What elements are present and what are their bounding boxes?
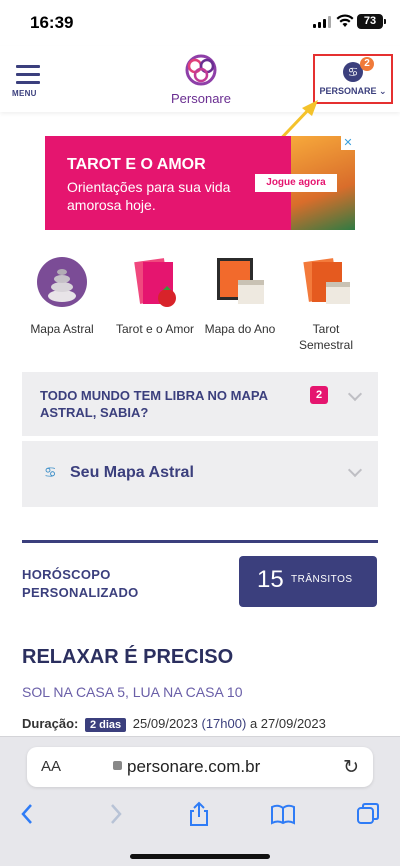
date-separator: a	[249, 716, 258, 731]
banner-cta-button[interactable]: Jogue agora	[255, 174, 337, 192]
close-icon[interactable]: ✕	[341, 136, 355, 150]
accordion-mapa-astral[interactable]: ♋ Seu Mapa Astral	[22, 441, 378, 507]
chevron-down-icon	[347, 386, 363, 402]
reload-icon[interactable]: ↻	[343, 756, 359, 779]
accordion-badge: 2	[310, 386, 328, 404]
hamburger-icon	[12, 65, 46, 84]
tile-mapa-astral[interactable]: Mapa Astral	[21, 256, 103, 337]
duration-label: Duração:	[22, 716, 79, 731]
banner-text: Orientações para sua vida amorosa hoje.	[67, 179, 231, 213]
date-start: 25/09/2023	[132, 716, 198, 731]
menu-label: MENU	[12, 89, 37, 98]
home-indicator	[130, 854, 270, 859]
tarot-cards-icon	[134, 258, 176, 307]
notification-badge: 2	[360, 57, 374, 71]
tabs-icon[interactable]	[355, 801, 381, 827]
bookmarks-icon[interactable]	[270, 801, 296, 827]
cancer-sign-icon: ♋	[44, 464, 57, 480]
accordion-title: TODO MUNDO TEM LIBRA NO MAPA ASTRAL, SAB…	[40, 388, 268, 420]
status-bar: 16:39 73	[0, 0, 400, 46]
tile-mapa-ano[interactable]: Mapa do Ano	[199, 256, 281, 337]
text-size-button[interactable]: AA	[41, 758, 61, 775]
event-subtitle: SOL NA CASA 5, LUA NA CASA 10	[22, 684, 243, 700]
battery-icon: 73	[357, 14, 386, 29]
wifi-icon	[336, 14, 354, 27]
time-start: (17h00)	[201, 716, 247, 731]
section-divider	[22, 540, 378, 543]
browser-toolbar: AA personare.com.br ↻	[0, 736, 400, 866]
chevron-down-icon	[347, 462, 363, 478]
stones-icon	[37, 257, 87, 307]
share-icon[interactable]	[186, 801, 212, 827]
tile-label: Tarot e o Amor	[115, 322, 195, 336]
horoscope-title: HORÓSCOPO PERSONALIZADO	[22, 567, 139, 600]
accordion-libra[interactable]: TODO MUNDO TEM LIBRA NO MAPA ASTRAL, SAB…	[22, 372, 378, 436]
tile-label: Mapa do Ano	[204, 322, 276, 336]
ad-banner[interactable]: TAROT E O AMOR Orientações para sua vida…	[45, 136, 355, 230]
signal-icon	[313, 16, 331, 28]
forward-icon[interactable]	[102, 801, 128, 827]
tile-label: Mapa Astral	[30, 322, 94, 336]
tarot-calendar-icon	[303, 258, 350, 304]
tile-label: Tarot Semestral	[298, 322, 354, 352]
tile-tarot-amor[interactable]: Tarot e o Amor	[114, 256, 196, 337]
event-duration: Duração: 2 dias 25/09/2023 (17h00) a 27/…	[22, 716, 326, 732]
accordion-title: Seu Mapa Astral	[70, 464, 194, 481]
back-icon[interactable]	[15, 801, 41, 827]
menu-button[interactable]: MENU	[12, 65, 46, 105]
calendar-frame-icon	[217, 258, 264, 304]
date-end: 27/09/2023	[260, 716, 326, 731]
transits-button[interactable]: 15 TRÂNSITOS	[239, 556, 377, 607]
personare-logo-icon	[185, 54, 217, 86]
transits-label: TRÂNSITOS	[291, 574, 353, 585]
duration-pill: 2 dias	[84, 718, 127, 732]
status-time: 16:39	[30, 13, 74, 32]
chevron-down-icon: ⌄	[378, 86, 387, 96]
url-text: personare.com.br	[127, 757, 261, 776]
logo-text: Personare	[171, 91, 231, 106]
transits-count: 15	[257, 566, 284, 593]
address-bar[interactable]: AA personare.com.br ↻	[27, 747, 373, 787]
event-title: RELAXAR É PRECISO	[22, 646, 234, 668]
site-header: MENU Personare ♋ 2 PERSONARE ⌄	[0, 46, 400, 112]
user-name: PERSONARE ⌄	[319, 86, 387, 96]
logo[interactable]: Personare	[168, 52, 234, 106]
tile-tarot-semestral[interactable]: Tarot Semestral	[285, 256, 367, 353]
banner-title: TAROT E O AMOR	[67, 156, 206, 173]
lock-icon	[113, 761, 122, 770]
